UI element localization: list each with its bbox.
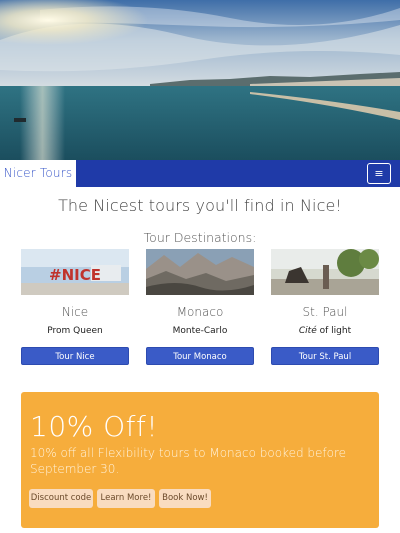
st-paul-photo — [271, 249, 379, 295]
book-now-button[interactable]: Book Now! — [159, 489, 211, 508]
hero-image — [0, 0, 400, 160]
promo-title: 10% Off! — [30, 410, 159, 443]
destination-description: Cité of light — [271, 326, 379, 336]
tour-monaco-button[interactable]: Tour Monaco — [146, 347, 254, 365]
learn-more-button[interactable]: Learn More! — [97, 489, 155, 508]
destination-card-nice: #NICE Nice Prom Queen Tour Nice — [21, 249, 129, 365]
section-title: Tour Destinations: — [143, 230, 257, 245]
destination-description-italic: Cité — [298, 326, 317, 336]
destination-name: Monaco — [176, 305, 224, 319]
navbar: Nicer Tours ≡ — [0, 160, 400, 187]
destination-name: Nice — [61, 305, 89, 319]
menu-toggle-button[interactable]: ≡ — [367, 163, 391, 184]
destination-name: St. Paul — [302, 305, 348, 319]
promo-text: 10% off all Flexibility tours to Monaco … — [30, 446, 347, 476]
nice-photo: #NICE — [21, 249, 129, 295]
discount-code-button[interactable]: Discount code — [29, 489, 93, 508]
destination-description: Prom Queen — [47, 326, 103, 336]
destination-description-rest: of light — [316, 326, 352, 336]
promo-banner: 10% Off! 10% off all Flexibility tours t… — [21, 392, 379, 528]
destination-card-monaco: Monaco Monte-Carlo Tour Monaco — [146, 249, 254, 365]
nice-thumb-text: #NICE — [49, 266, 101, 284]
brand-link[interactable]: Nicer Tours — [0, 160, 76, 187]
destination-card-st-paul: St. Paul Cité of light Tour St. Paul — [271, 249, 379, 365]
monaco-photo — [146, 249, 254, 295]
hamburger-menu-icon: ≡ — [374, 167, 384, 180]
tour-nice-button[interactable]: Tour Nice — [21, 347, 129, 365]
page-headline: The Nicest tours you'll find in Nice! — [58, 196, 342, 215]
tour-st-paul-button[interactable]: Tour St. Paul — [271, 347, 379, 365]
destination-description: Monte-Carlo — [172, 326, 228, 336]
